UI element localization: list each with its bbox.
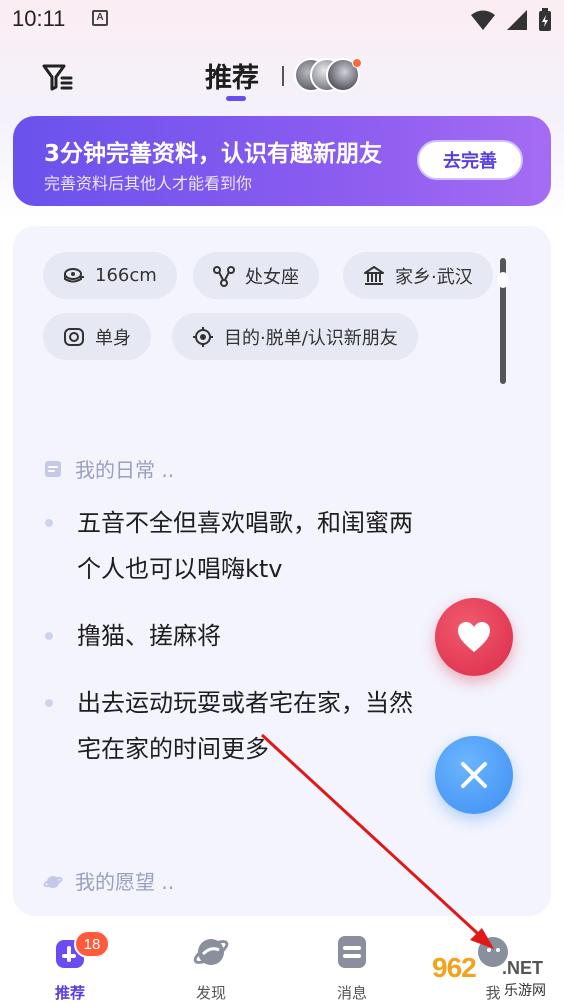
list-item-text: 撸猫、搓麻将 xyxy=(77,622,221,650)
daily-section-title: 我的日常 .. xyxy=(43,454,174,483)
bullet xyxy=(45,519,53,527)
list-item-text: 五音不全但喜欢唱歌，和闺蜜两 个人也可以唱嗨ktv xyxy=(77,509,413,583)
tag-hometown-label: 家乡·武汉 xyxy=(395,266,473,288)
nav-discover-label: 发现 xyxy=(195,984,226,1002)
tag-hometown: 家乡·武汉 xyxy=(343,252,493,299)
like-button[interactable] xyxy=(435,598,513,676)
ruler-icon xyxy=(64,267,84,282)
wifi-icon xyxy=(471,10,495,30)
watermark-cn: 乐游网 xyxy=(504,983,546,999)
planet-icon xyxy=(193,939,229,965)
heart-icon xyxy=(458,622,490,652)
tag-purpose: 目的·脱单/认识新朋友 xyxy=(172,313,418,360)
status-bar: 10:11 A xyxy=(0,0,564,40)
target-icon xyxy=(193,326,213,347)
watermark-net: .NET xyxy=(502,958,544,978)
tag-status: 单身 xyxy=(43,313,151,360)
unread-badge: 18 xyxy=(74,930,110,958)
close-icon xyxy=(461,762,487,788)
complete-profile-button[interactable]: 去完善 xyxy=(417,140,523,180)
banner-title: 3分钟完善资料，认识有趣新朋友 xyxy=(44,141,383,167)
online-avatars[interactable] xyxy=(294,58,364,92)
nav-messages[interactable]: 消息 xyxy=(302,932,402,1003)
status-time: 10:11 xyxy=(12,6,66,31)
nav-recommend-label: 推荐 xyxy=(54,984,85,1002)
tag-height: 166cm xyxy=(43,252,177,299)
notification-dot xyxy=(352,58,362,68)
wish-title-text: 我的愿望 .. xyxy=(75,870,175,894)
list-item: 五音不全但喜欢唱歌，和闺蜜两 个人也可以唱嗨ktv xyxy=(45,500,475,592)
bullet xyxy=(45,699,53,707)
list-item: 出去运动玩耍或者宅在家，当然 宅在家的时间更多 xyxy=(45,680,475,772)
tab-recommend[interactable]: 推荐 xyxy=(205,56,259,95)
message-icon xyxy=(338,936,366,968)
planet-icon xyxy=(43,875,63,888)
wish-section-title: 我的愿望 .. xyxy=(43,866,174,895)
note-icon xyxy=(45,460,61,477)
tag-zodiac-label: 处女座 xyxy=(245,266,299,288)
daily-title-text: 我的日常 .. xyxy=(75,458,175,482)
watermark-logo: 962 .NET 乐游网 xyxy=(424,952,562,1002)
filter-icon[interactable] xyxy=(40,60,74,94)
tags-scrollbar-thumb[interactable] xyxy=(498,272,508,288)
zodiac-icon xyxy=(213,265,235,287)
nav-discover[interactable]: 发现 xyxy=(161,932,261,1003)
list-item: 撸猫、搓麻将 xyxy=(45,613,475,659)
header: 推荐 xyxy=(0,48,564,106)
notification-icon: A xyxy=(92,10,108,26)
list-item-text: 出去运动玩耍或者宅在家，当然 宅在家的时间更多 xyxy=(77,689,413,763)
battery-icon xyxy=(539,8,551,31)
nav-messages-label: 消息 xyxy=(336,984,367,1002)
tab-indicator xyxy=(226,96,246,101)
signal-icon xyxy=(507,10,527,30)
camera-icon xyxy=(64,327,84,346)
tag-status-label: 单身 xyxy=(95,327,131,349)
watermark-number: 962 xyxy=(432,952,477,983)
complete-profile-banner[interactable]: 3分钟完善资料，认识有趣新朋友 完善资料后其他人才能看到你 去完善 xyxy=(13,116,551,206)
status-icons xyxy=(470,8,552,32)
bullet xyxy=(45,632,53,640)
building-icon xyxy=(364,265,384,285)
skip-button[interactable] xyxy=(435,736,513,814)
nav-recommend[interactable]: 18 推荐 xyxy=(20,930,120,1003)
tag-purpose-label: 目的·脱单/认识新朋友 xyxy=(224,327,398,349)
tag-height-label: 166cm xyxy=(95,265,157,286)
tag-zodiac: 处女座 xyxy=(193,252,319,299)
header-divider xyxy=(282,66,284,86)
banner-subtitle: 完善资料后其他人才能看到你 xyxy=(44,174,253,193)
